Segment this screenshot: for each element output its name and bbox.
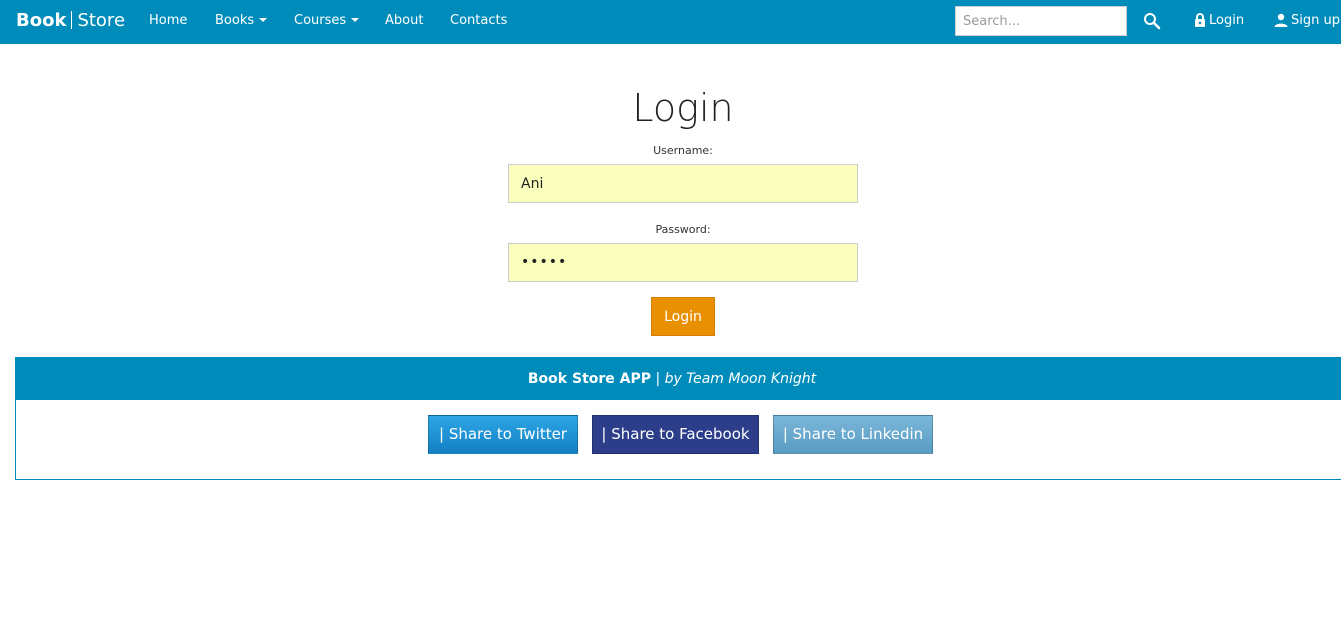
nav-login-label: Login [1209, 13, 1245, 28]
share-linkedin-button[interactable]: | Share to Linkedin [773, 415, 933, 454]
share-facebook-button[interactable]: | Share to Facebook [592, 415, 759, 454]
footer-byline: by Team Moon Knight [664, 371, 817, 387]
search-icon [1144, 13, 1161, 30]
nav-home[interactable]: Home [149, 13, 187, 29]
password-label: Password: [655, 223, 711, 236]
nav-courses-label: Courses [294, 13, 347, 28]
username-field[interactable] [508, 164, 858, 203]
password-field[interactable]: ••••• [508, 243, 858, 282]
nav-login[interactable]: Login [1194, 13, 1244, 29]
footer-panel: Book Store APP | by Team Moon Knight | S… [15, 357, 1341, 480]
search-button[interactable] [1143, 12, 1163, 32]
page-title: Login [632, 86, 734, 130]
nav-contacts[interactable]: Contacts [450, 13, 507, 29]
caret-down-icon [351, 18, 360, 22]
nav-books-dropdown[interactable]: Books [215, 13, 268, 29]
lock-icon [1195, 13, 1205, 27]
nav-courses-dropdown[interactable]: Courses [294, 13, 360, 29]
nav-about[interactable]: About [385, 13, 423, 29]
top-navbar: Book Store Home Books Courses About Conta… [0, 0, 1341, 44]
brand-bold: Book [16, 10, 67, 31]
nav-signup[interactable]: Sign up [1274, 13, 1340, 29]
footer-heading: Book Store APP | by Team Moon Knight [16, 358, 1341, 400]
search-input[interactable] [955, 6, 1127, 36]
share-twitter-button[interactable]: | Share to Twitter [428, 415, 578, 454]
username-label: Username: [653, 144, 713, 157]
footer-app-name: Book Store APP [527, 371, 652, 387]
nav-books-label: Books [215, 13, 255, 28]
caret-down-icon [259, 18, 268, 22]
nav-signup-label: Sign up [1291, 13, 1340, 28]
brand-divider [71, 11, 73, 29]
login-submit-button[interactable]: Login [651, 297, 715, 336]
brand-logo[interactable]: Book Store [16, 9, 125, 33]
brand-light: Store [77, 10, 126, 31]
footer-separator: | [655, 371, 661, 387]
user-icon [1274, 13, 1288, 27]
